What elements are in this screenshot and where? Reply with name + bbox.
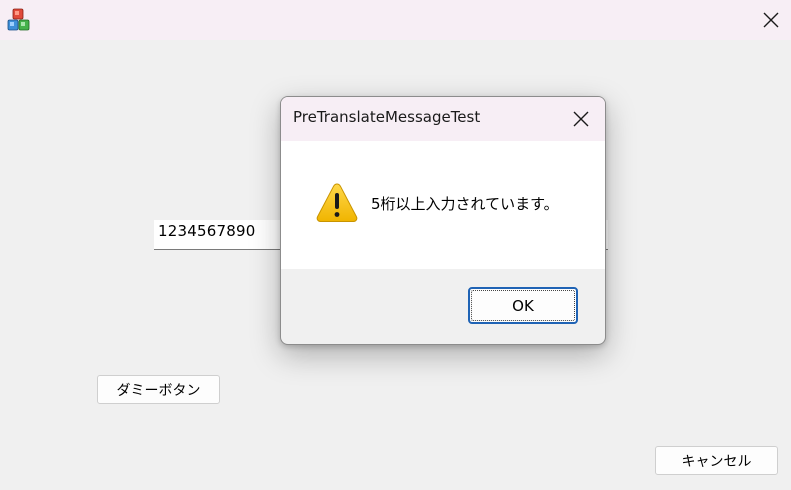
message-dialog: PreTranslateMessageTest 5桁以上入力されています。 OK xyxy=(280,96,606,345)
warning-icon xyxy=(315,181,359,225)
dummy-button[interactable]: ダミーボタン xyxy=(97,375,220,404)
dialog-message: 5桁以上入力されています。 xyxy=(371,195,559,213)
main-titlebar xyxy=(0,0,791,40)
dialog-close-icon[interactable] xyxy=(565,103,597,135)
number-input-value: 1234567890 xyxy=(158,222,256,240)
ok-button[interactable]: OK xyxy=(468,287,578,324)
cancel-button[interactable]: キャンセル xyxy=(655,446,778,475)
dialog-titlebar: PreTranslateMessageTest xyxy=(281,97,605,141)
dialog-title: PreTranslateMessageTest xyxy=(293,108,481,126)
close-icon[interactable] xyxy=(755,4,787,36)
dialog-content: 5桁以上入力されています。 xyxy=(281,141,605,269)
focus-indicator xyxy=(471,290,575,321)
app-blocks-icon[interactable] xyxy=(7,8,31,32)
